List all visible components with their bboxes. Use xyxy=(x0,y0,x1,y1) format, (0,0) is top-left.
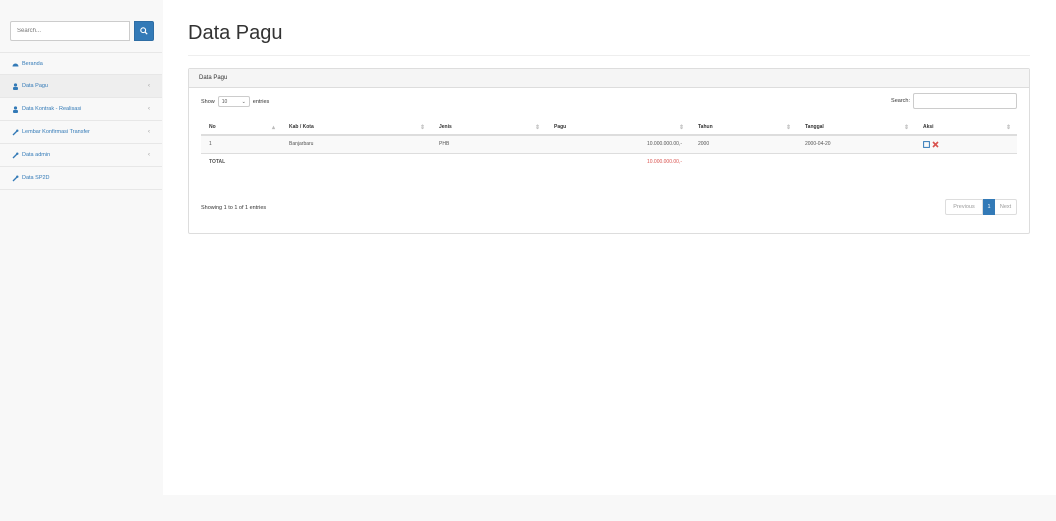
sidebar-nav: Beranda Data Pagu ‹ Data Kontrak - Reali… xyxy=(0,52,162,190)
data-table: No ▴ Kab / Kota ⇕ Jenis ⇕ Pagu ⇕ Tahun ⇕ Tang… xyxy=(201,119,1017,171)
wrench-icon xyxy=(12,129,19,136)
sidebar: Beranda Data Pagu ‹ Data Kontrak - Reali… xyxy=(0,0,162,521)
header-divider xyxy=(188,55,1030,56)
user-icon xyxy=(12,105,19,113)
cell-tanggal: 2000-04-20 xyxy=(797,134,915,153)
pagination-page-1[interactable]: 1 xyxy=(983,199,995,215)
table-controls: Show 10 ⌄ entries Search: xyxy=(189,88,1029,114)
table-info: Showing 1 to 1 of 1 entries xyxy=(201,205,267,211)
sort-icon: ⇕ xyxy=(678,124,684,131)
cell-aksi xyxy=(915,134,1017,153)
col-header-pagu[interactable]: Pagu ⇕ xyxy=(546,119,690,136)
chevron-down-icon: ⌄ xyxy=(241,98,246,105)
sidebar-item-data-sp2d[interactable]: Data SP2D xyxy=(0,167,162,190)
total-label: TOTAL xyxy=(201,152,281,171)
sidebar-item-label: Beranda xyxy=(22,60,43,67)
col-header-aksi[interactable]: Aksi ⇕ xyxy=(915,119,1017,136)
page-title: Data Pagu xyxy=(188,22,283,44)
show-label: Show xyxy=(201,98,215,105)
total-value: 10.000.000.00,- xyxy=(546,152,690,171)
col-header-kab[interactable]: Kab / Kota ⇕ xyxy=(281,119,431,136)
sort-icon: ⇕ xyxy=(785,124,791,131)
dashboard-icon xyxy=(12,60,19,67)
sidebar-item-lembar-konfirmasi[interactable]: Lembar Konfirmasi Transfer ‹ xyxy=(0,121,162,144)
sidebar-item-label: Data admin xyxy=(22,152,51,158)
entries-label: entries xyxy=(252,98,270,105)
search-input[interactable] xyxy=(10,21,130,41)
cell-kab: Banjarbaru xyxy=(281,134,431,153)
table-search-input[interactable] xyxy=(913,93,1017,109)
col-header-tahun[interactable]: Tahun ⇕ xyxy=(690,119,797,136)
wrench-icon xyxy=(12,152,19,159)
pagination: Previous 1 Next xyxy=(945,199,1017,215)
show-entries: Show 10 ⌄ entries xyxy=(201,96,269,107)
delete-icon[interactable] xyxy=(932,141,939,148)
main-content: Data Pagu Data Pagu Show 10 ⌄ entries Se… xyxy=(163,0,1056,495)
sidebar-search xyxy=(10,21,154,41)
sidebar-item-data-admin[interactable]: Data admin ‹ xyxy=(0,144,162,167)
table-row: 1 Banjarbaru PHB 10.000.000.00,- 2000 20… xyxy=(201,134,1017,153)
sidebar-item-data-pagu[interactable]: Data Pagu ‹ xyxy=(0,75,162,98)
sidebar-item-data-kontrak[interactable]: Data Kontrak - Realisasi ‹ xyxy=(0,98,162,121)
chevron-left-icon: ‹ xyxy=(148,83,150,89)
cell-jenis: PHB xyxy=(431,134,546,153)
table-search: Search: xyxy=(891,93,1017,109)
col-header-jenis[interactable]: Jenis ⇕ xyxy=(431,119,546,136)
col-header-tanggal[interactable]: Tanggal ⇕ xyxy=(797,119,915,136)
search-icon xyxy=(140,27,148,35)
sort-icon: ⇕ xyxy=(1005,124,1011,131)
chevron-left-icon: ‹ xyxy=(148,129,150,135)
table-search-label: Search: xyxy=(891,98,910,104)
edit-icon[interactable] xyxy=(923,140,930,148)
sidebar-item-label: Data Kontrak - Realisasi xyxy=(22,106,82,112)
panel-heading: Data Pagu xyxy=(189,69,1029,88)
sidebar-item-label: Data SP2D xyxy=(22,175,50,181)
chevron-left-icon: ‹ xyxy=(148,106,150,112)
entries-value: 10 xyxy=(221,98,228,105)
cell-tahun: 2000 xyxy=(690,134,797,153)
wrench-icon xyxy=(12,175,19,182)
pagination-next[interactable]: Next xyxy=(995,199,1017,215)
cell-pagu: 10.000.000.00,- xyxy=(546,134,690,153)
data-panel: Data Pagu Show 10 ⌄ entries Search: No ▴ … xyxy=(188,68,1030,234)
sidebar-item-label: Data Pagu xyxy=(22,83,48,89)
sort-icon: ⇕ xyxy=(534,124,540,131)
sidebar-item-beranda[interactable]: Beranda xyxy=(0,52,162,75)
pagination-previous[interactable]: Previous xyxy=(945,199,983,215)
table-header-row: No ▴ Kab / Kota ⇕ Jenis ⇕ Pagu ⇕ Tahun ⇕ Tang… xyxy=(201,119,1017,136)
sort-icon: ⇕ xyxy=(419,124,425,131)
sort-asc-icon: ▴ xyxy=(271,124,275,131)
col-header-no[interactable]: No ▴ xyxy=(201,119,281,136)
sidebar-item-label: Lembar Konfirmasi Transfer xyxy=(22,129,90,135)
user-icon xyxy=(12,82,19,90)
sort-icon: ⇕ xyxy=(903,124,909,131)
chevron-left-icon: ‹ xyxy=(148,152,150,158)
search-button[interactable] xyxy=(134,21,154,41)
table-total-row: TOTAL 10.000.000.00,- xyxy=(201,152,1017,171)
cell-no: 1 xyxy=(201,134,281,153)
entries-select[interactable]: 10 ⌄ xyxy=(217,96,250,107)
